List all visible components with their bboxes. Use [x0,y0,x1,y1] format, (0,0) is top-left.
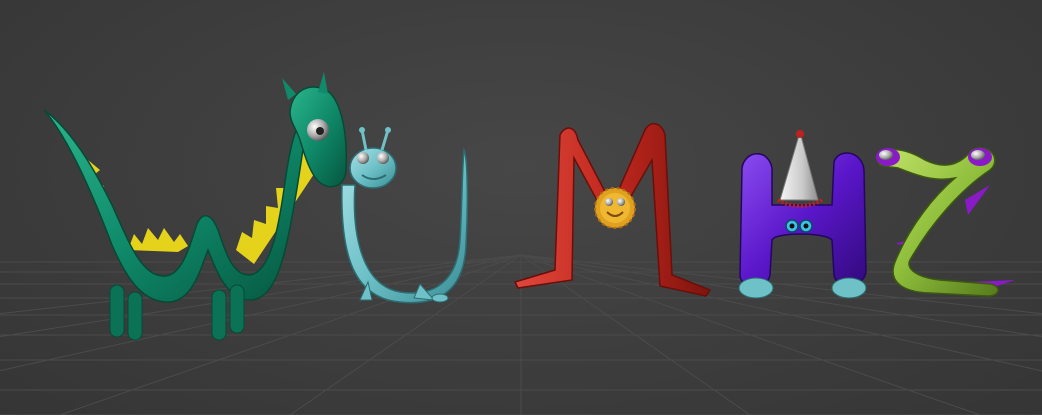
z-body [877,147,999,297]
letter-w-dinosaur[interactable] [43,72,348,341]
u-head [349,147,397,189]
letter-h-creature[interactable] [738,130,867,299]
u-eye-right [377,152,389,164]
m-sun-face [594,187,636,229]
letter-m-creature[interactable] [513,123,712,297]
3d-viewport[interactable] [0,0,1042,415]
h-party-hat [779,130,819,201]
h-foot-left [738,277,774,299]
dino-body [43,108,312,303]
h-foot-right [831,277,867,299]
dino-horn-left [282,78,296,100]
letter-u-creature[interactable] [341,127,469,304]
scene-canvas [0,72,1042,415]
u-antennae [360,129,390,151]
u-eye-left [357,152,369,164]
dino-horn-right [318,72,328,94]
letter-z-creature[interactable] [876,147,1015,297]
